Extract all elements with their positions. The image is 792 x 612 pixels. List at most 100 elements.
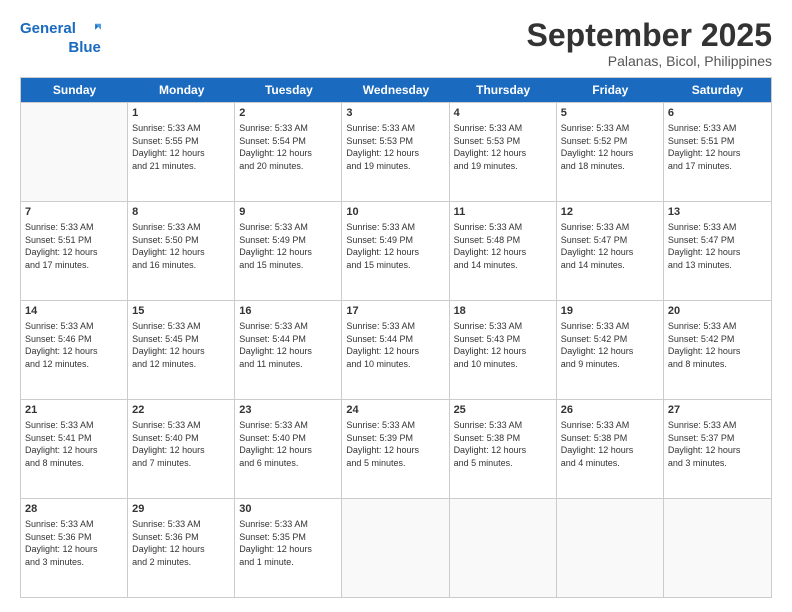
- day-number: 26: [561, 403, 659, 418]
- day-number: 14: [25, 304, 123, 319]
- logo-icon: [79, 18, 101, 40]
- calendar-cell: 26Sunrise: 5:33 AM Sunset: 5:38 PM Dayli…: [557, 400, 664, 498]
- header-day-tuesday: Tuesday: [235, 78, 342, 102]
- calendar-cell: [21, 103, 128, 201]
- day-info: Sunrise: 5:33 AM Sunset: 5:47 PM Dayligh…: [561, 221, 659, 271]
- calendar-cell: 28Sunrise: 5:33 AM Sunset: 5:36 PM Dayli…: [21, 499, 128, 597]
- calendar-cell: 21Sunrise: 5:33 AM Sunset: 5:41 PM Dayli…: [21, 400, 128, 498]
- day-number: 23: [239, 403, 337, 418]
- calendar-row-3: 14Sunrise: 5:33 AM Sunset: 5:46 PM Dayli…: [21, 300, 771, 399]
- day-number: 20: [668, 304, 767, 319]
- page: General Blue September 2025 Palanas, Bic…: [0, 0, 792, 612]
- day-number: 10: [346, 205, 444, 220]
- day-info: Sunrise: 5:33 AM Sunset: 5:53 PM Dayligh…: [346, 122, 444, 172]
- day-info: Sunrise: 5:33 AM Sunset: 5:37 PM Dayligh…: [668, 419, 767, 469]
- day-info: Sunrise: 5:33 AM Sunset: 5:52 PM Dayligh…: [561, 122, 659, 172]
- calendar-cell: 16Sunrise: 5:33 AM Sunset: 5:44 PM Dayli…: [235, 301, 342, 399]
- header-day-friday: Friday: [557, 78, 664, 102]
- day-info: Sunrise: 5:33 AM Sunset: 5:40 PM Dayligh…: [239, 419, 337, 469]
- day-info: Sunrise: 5:33 AM Sunset: 5:38 PM Dayligh…: [561, 419, 659, 469]
- day-info: Sunrise: 5:33 AM Sunset: 5:48 PM Dayligh…: [454, 221, 552, 271]
- calendar-cell: 17Sunrise: 5:33 AM Sunset: 5:44 PM Dayli…: [342, 301, 449, 399]
- day-number: 18: [454, 304, 552, 319]
- calendar-cell: 7Sunrise: 5:33 AM Sunset: 5:51 PM Daylig…: [21, 202, 128, 300]
- calendar-cell: 8Sunrise: 5:33 AM Sunset: 5:50 PM Daylig…: [128, 202, 235, 300]
- day-number: 22: [132, 403, 230, 418]
- calendar-row-1: 1Sunrise: 5:33 AM Sunset: 5:55 PM Daylig…: [21, 102, 771, 201]
- day-info: Sunrise: 5:33 AM Sunset: 5:55 PM Dayligh…: [132, 122, 230, 172]
- day-info: Sunrise: 5:33 AM Sunset: 5:49 PM Dayligh…: [346, 221, 444, 271]
- day-number: 4: [454, 106, 552, 121]
- day-info: Sunrise: 5:33 AM Sunset: 5:44 PM Dayligh…: [239, 320, 337, 370]
- day-number: 21: [25, 403, 123, 418]
- header-day-wednesday: Wednesday: [342, 78, 449, 102]
- day-number: 19: [561, 304, 659, 319]
- calendar-cell: [557, 499, 664, 597]
- calendar-cell: 27Sunrise: 5:33 AM Sunset: 5:37 PM Dayli…: [664, 400, 771, 498]
- day-info: Sunrise: 5:33 AM Sunset: 5:38 PM Dayligh…: [454, 419, 552, 469]
- calendar-cell: 2Sunrise: 5:33 AM Sunset: 5:54 PM Daylig…: [235, 103, 342, 201]
- day-info: Sunrise: 5:33 AM Sunset: 5:46 PM Dayligh…: [25, 320, 123, 370]
- calendar-cell: 20Sunrise: 5:33 AM Sunset: 5:42 PM Dayli…: [664, 301, 771, 399]
- calendar-cell: 18Sunrise: 5:33 AM Sunset: 5:43 PM Dayli…: [450, 301, 557, 399]
- day-number: 9: [239, 205, 337, 220]
- day-info: Sunrise: 5:33 AM Sunset: 5:44 PM Dayligh…: [346, 320, 444, 370]
- day-number: 6: [668, 106, 767, 121]
- calendar-cell: 10Sunrise: 5:33 AM Sunset: 5:49 PM Dayli…: [342, 202, 449, 300]
- calendar-cell: 29Sunrise: 5:33 AM Sunset: 5:36 PM Dayli…: [128, 499, 235, 597]
- subtitle: Palanas, Bicol, Philippines: [527, 53, 772, 69]
- day-info: Sunrise: 5:33 AM Sunset: 5:42 PM Dayligh…: [561, 320, 659, 370]
- day-number: 24: [346, 403, 444, 418]
- day-number: 11: [454, 205, 552, 220]
- day-info: Sunrise: 5:33 AM Sunset: 5:51 PM Dayligh…: [25, 221, 123, 271]
- calendar-cell: 22Sunrise: 5:33 AM Sunset: 5:40 PM Dayli…: [128, 400, 235, 498]
- calendar-cell: 15Sunrise: 5:33 AM Sunset: 5:45 PM Dayli…: [128, 301, 235, 399]
- day-info: Sunrise: 5:33 AM Sunset: 5:41 PM Dayligh…: [25, 419, 123, 469]
- calendar-cell: 24Sunrise: 5:33 AM Sunset: 5:39 PM Dayli…: [342, 400, 449, 498]
- day-number: 13: [668, 205, 767, 220]
- calendar-cell: 3Sunrise: 5:33 AM Sunset: 5:53 PM Daylig…: [342, 103, 449, 201]
- header-day-sunday: Sunday: [21, 78, 128, 102]
- day-number: 2: [239, 106, 337, 121]
- calendar-cell: 11Sunrise: 5:33 AM Sunset: 5:48 PM Dayli…: [450, 202, 557, 300]
- calendar-cell: [664, 499, 771, 597]
- day-info: Sunrise: 5:33 AM Sunset: 5:45 PM Dayligh…: [132, 320, 230, 370]
- month-title: September 2025: [527, 18, 772, 53]
- day-number: 17: [346, 304, 444, 319]
- calendar-cell: 9Sunrise: 5:33 AM Sunset: 5:49 PM Daylig…: [235, 202, 342, 300]
- day-info: Sunrise: 5:33 AM Sunset: 5:49 PM Dayligh…: [239, 221, 337, 271]
- calendar-row-2: 7Sunrise: 5:33 AM Sunset: 5:51 PM Daylig…: [21, 201, 771, 300]
- header-day-saturday: Saturday: [664, 78, 771, 102]
- day-info: Sunrise: 5:33 AM Sunset: 5:39 PM Dayligh…: [346, 419, 444, 469]
- title-area: September 2025 Palanas, Bicol, Philippin…: [527, 18, 772, 69]
- day-info: Sunrise: 5:33 AM Sunset: 5:43 PM Dayligh…: [454, 320, 552, 370]
- header-day-monday: Monday: [128, 78, 235, 102]
- day-number: 7: [25, 205, 123, 220]
- day-number: 28: [25, 502, 123, 517]
- calendar-row-5: 28Sunrise: 5:33 AM Sunset: 5:36 PM Dayli…: [21, 498, 771, 597]
- day-info: Sunrise: 5:33 AM Sunset: 5:53 PM Dayligh…: [454, 122, 552, 172]
- calendar-cell: 12Sunrise: 5:33 AM Sunset: 5:47 PM Dayli…: [557, 202, 664, 300]
- day-info: Sunrise: 5:33 AM Sunset: 5:36 PM Dayligh…: [25, 518, 123, 568]
- logo-text: General: [20, 21, 76, 38]
- calendar-cell: 6Sunrise: 5:33 AM Sunset: 5:51 PM Daylig…: [664, 103, 771, 201]
- header-day-thursday: Thursday: [450, 78, 557, 102]
- day-number: 27: [668, 403, 767, 418]
- day-number: 5: [561, 106, 659, 121]
- header: General Blue September 2025 Palanas, Bic…: [20, 18, 772, 69]
- day-info: Sunrise: 5:33 AM Sunset: 5:51 PM Dayligh…: [668, 122, 767, 172]
- day-info: Sunrise: 5:33 AM Sunset: 5:42 PM Dayligh…: [668, 320, 767, 370]
- calendar-cell: 14Sunrise: 5:33 AM Sunset: 5:46 PM Dayli…: [21, 301, 128, 399]
- day-info: Sunrise: 5:33 AM Sunset: 5:36 PM Dayligh…: [132, 518, 230, 568]
- day-info: Sunrise: 5:33 AM Sunset: 5:47 PM Dayligh…: [668, 221, 767, 271]
- calendar-cell: 25Sunrise: 5:33 AM Sunset: 5:38 PM Dayli…: [450, 400, 557, 498]
- logo: General Blue: [20, 18, 101, 57]
- logo-blue-text: Blue: [68, 40, 101, 57]
- calendar-cell: 19Sunrise: 5:33 AM Sunset: 5:42 PM Dayli…: [557, 301, 664, 399]
- calendar: SundayMondayTuesdayWednesdayThursdayFrid…: [20, 77, 772, 598]
- calendar-row-4: 21Sunrise: 5:33 AM Sunset: 5:41 PM Dayli…: [21, 399, 771, 498]
- calendar-header: SundayMondayTuesdayWednesdayThursdayFrid…: [21, 78, 771, 102]
- day-info: Sunrise: 5:33 AM Sunset: 5:50 PM Dayligh…: [132, 221, 230, 271]
- day-info: Sunrise: 5:33 AM Sunset: 5:40 PM Dayligh…: [132, 419, 230, 469]
- calendar-cell: 23Sunrise: 5:33 AM Sunset: 5:40 PM Dayli…: [235, 400, 342, 498]
